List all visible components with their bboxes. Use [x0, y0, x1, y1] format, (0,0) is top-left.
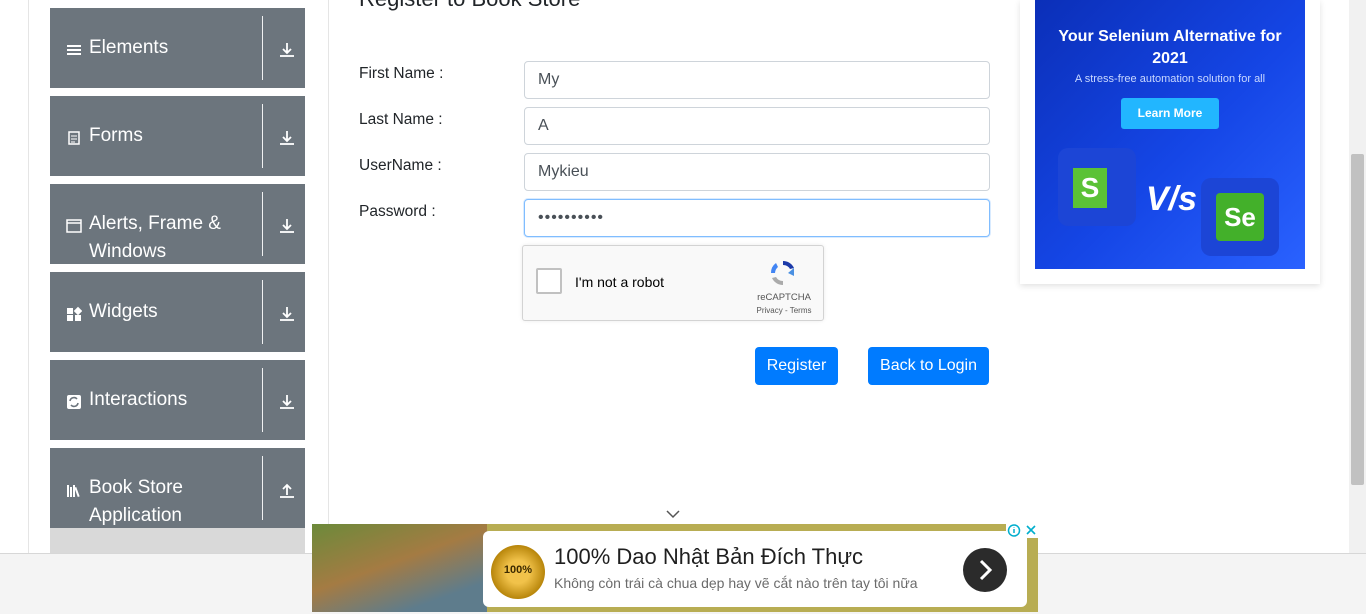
badge-text: 100% — [503, 564, 533, 576]
sidebar-group-label: Forms — [89, 125, 143, 146]
left-border — [28, 0, 29, 553]
ad-subtext: A stress-free automation solution for al… — [1074, 73, 1266, 85]
sidebar-group-forms[interactable]: Forms — [50, 96, 305, 176]
sidebar-group-elements[interactable]: Elements — [50, 8, 305, 88]
widgets-icon — [67, 306, 82, 321]
sidebar-group-label: Widgets — [89, 301, 158, 322]
recaptcha-logo-icon — [770, 260, 794, 286]
group-separator — [262, 368, 263, 432]
content-divider — [328, 0, 329, 553]
password-label: Password : — [359, 203, 436, 220]
first-name-label: First Name : — [359, 65, 444, 82]
bottom-ad-banner[interactable]: 100% 100% Dao Nhật Bản Đích Thực Không c… — [312, 524, 1038, 612]
sidebar-group-label: Elements — [89, 37, 169, 58]
first-name-input[interactable] — [524, 61, 990, 99]
group-separator — [262, 456, 263, 520]
window-icon — [66, 219, 82, 233]
password-input[interactable] — [524, 199, 990, 237]
scrollbar-thumb[interactable] — [1351, 154, 1364, 485]
page-title: Register to Book Store — [359, 0, 580, 12]
left-logo-letter: S — [1080, 172, 1100, 203]
group-separator — [262, 16, 263, 80]
recaptcha-terms[interactable]: Privacy - Terms — [749, 306, 819, 315]
recaptcha-brand: reCAPTCHA — [757, 292, 811, 303]
sidebar-group-alerts[interactable]: Alerts, Frame & Windows — [50, 184, 305, 264]
back-to-login-button[interactable]: Back to Login — [868, 347, 989, 385]
side-ad-banner[interactable]: Your Selenium Alternative for 2021 A str… — [1035, 0, 1305, 269]
guarantee-badge-icon: 100% — [491, 545, 545, 599]
download-arrow-icon[interactable] — [278, 393, 296, 411]
recaptcha-label: I'm not a robot — [575, 274, 665, 290]
group-separator — [262, 104, 263, 168]
ad-photo — [312, 524, 487, 612]
bottom-ad-subtext: Không còn trái cà chua dẹp hay vẽ cắt nà… — [554, 575, 918, 591]
sidebar-group-widgets[interactable]: Widgets — [50, 272, 305, 352]
chevron-down-icon[interactable] — [666, 509, 680, 519]
ad-choices[interactable] — [1006, 523, 1038, 538]
right-logo-letters: Se — [1224, 202, 1256, 232]
group-separator — [262, 192, 263, 256]
group-separator — [262, 280, 263, 344]
list-icon — [67, 45, 81, 55]
download-arrow-icon[interactable] — [278, 305, 296, 323]
recaptcha-widget: I'm not a robot reCAPTCHA Privacy - Term… — [522, 245, 824, 321]
versus-text: V/s — [1146, 180, 1198, 218]
close-icon[interactable] — [1025, 524, 1037, 536]
username-label: UserName : — [359, 157, 442, 174]
download-arrow-icon[interactable] — [278, 217, 296, 235]
last-name-label: Last Name : — [359, 111, 443, 128]
ad-next-button[interactable] — [963, 548, 1007, 592]
ad-card[interactable]: 100% 100% Dao Nhật Bản Đích Thực Không c… — [483, 531, 1027, 607]
sidebar-group-label: Interactions — [89, 389, 188, 410]
sidebar-group-label: Alerts, Frame & Windows — [89, 213, 221, 262]
interactions-icon — [67, 395, 81, 409]
ad-headline: Your Selenium Alternative for 2021 — [1058, 28, 1282, 67]
sidebar-group-interactions[interactable]: Interactions — [50, 360, 305, 440]
recaptcha-checkbox[interactable] — [536, 268, 562, 294]
bottom-ad-headline: 100% Dao Nhật Bản Đích Thực — [554, 544, 864, 569]
selenium-logo: Se — [1201, 178, 1279, 256]
download-arrow-icon[interactable] — [278, 129, 296, 147]
username-input[interactable] — [524, 153, 990, 191]
upload-arrow-icon[interactable] — [278, 481, 296, 499]
register-button[interactable]: Register — [755, 347, 838, 385]
last-name-input[interactable] — [524, 107, 990, 145]
document-icon — [68, 131, 80, 145]
sidebar-group-book-store[interactable]: Book Store Application — [50, 448, 305, 528]
sidebar-group-label: Book Store Application — [89, 477, 183, 526]
learn-more-button[interactable]: Learn More — [1121, 98, 1219, 129]
sidebar-collapsed-list — [50, 528, 305, 553]
download-arrow-icon[interactable] — [278, 41, 296, 59]
chevron-right-icon — [979, 559, 993, 581]
katalon-logo: S — [1058, 148, 1136, 226]
books-icon — [67, 485, 80, 498]
